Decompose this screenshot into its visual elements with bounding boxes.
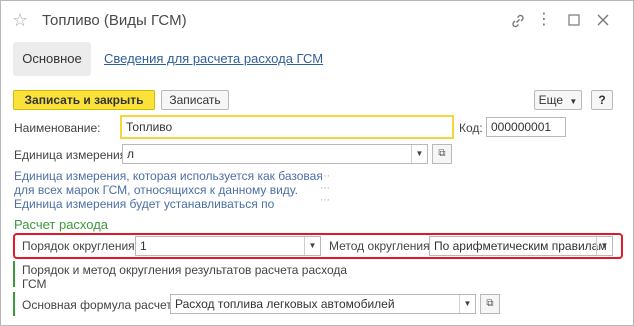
rounding-order-select[interactable]: 1 ▼	[135, 236, 321, 256]
calc-section-title: Расчет расхода	[14, 217, 109, 232]
dropdown-arrow-icon[interactable]: ▼	[459, 295, 475, 313]
unit-hint-text: Единица измерения, которая используется …	[14, 169, 323, 211]
dropdown-arrow-icon[interactable]: ▼	[596, 237, 612, 255]
tab-main[interactable]: Основное	[13, 42, 91, 76]
rounding-order-value: 1	[140, 239, 147, 253]
code-input[interactable]: 000000001	[486, 117, 566, 137]
dropdown-arrow-icon[interactable]: ▼	[304, 237, 320, 255]
window-title: Топливо (Виды ГСМ)	[42, 12, 187, 29]
save-button[interactable]: Записать	[161, 90, 229, 110]
close-icon[interactable]	[593, 10, 613, 32]
name-input[interactable]: Топливо	[120, 115, 454, 139]
code-label: Код:	[459, 121, 483, 135]
link-icon[interactable]	[507, 10, 529, 32]
unit-label: Единица измерения:	[14, 148, 130, 162]
rounding-method-select[interactable]: По арифметическим правилам ▼	[429, 236, 613, 256]
name-label: Наименование:	[14, 121, 101, 135]
rounding-method-value: По арифметическим правилам	[434, 239, 607, 253]
formula-value: Расход топлива легковых автомобилей	[175, 297, 395, 311]
rounding-note-bar	[13, 261, 15, 287]
more-actions-label: Еще	[538, 93, 564, 107]
more-icon[interactable]: ⋮	[536, 10, 552, 32]
formula-label: Основная формула расчета:	[22, 298, 182, 312]
rounding-note-text: Порядок и метод округления результатов р…	[22, 263, 348, 291]
more-actions-button[interactable]: Еще ▼	[534, 90, 582, 110]
chevron-down-icon: ▼	[569, 97, 578, 106]
rounding-method-label: Метод округления:	[329, 239, 433, 253]
tab-fuel-calc-info[interactable]: Сведения для расчета расхода ГСМ	[104, 50, 323, 68]
open-icon[interactable]: ⧉	[432, 144, 452, 164]
formula-bar	[13, 292, 15, 316]
open-icon[interactable]: ⧉	[480, 294, 500, 314]
save-and-close-button[interactable]: Записать и закрыть	[13, 90, 155, 110]
help-button[interactable]: ?	[591, 90, 613, 110]
hint-scroll-indicator[interactable]: ⋯ ⋯ ⋯	[320, 171, 330, 207]
rounding-order-label: Порядок округления:	[22, 239, 139, 253]
star-icon[interactable]: ☆	[12, 8, 28, 32]
dropdown-arrow-icon[interactable]: ▼	[411, 145, 427, 163]
formula-select[interactable]: Расход топлива легковых автомобилей ▼	[170, 294, 476, 314]
maximize-icon[interactable]	[564, 10, 584, 32]
form-window: ☆ Топливо (Виды ГСМ) ⋮ Основное Сведения…	[0, 0, 634, 326]
unit-select[interactable]: л ▼	[122, 144, 428, 164]
unit-value: л	[127, 147, 135, 161]
